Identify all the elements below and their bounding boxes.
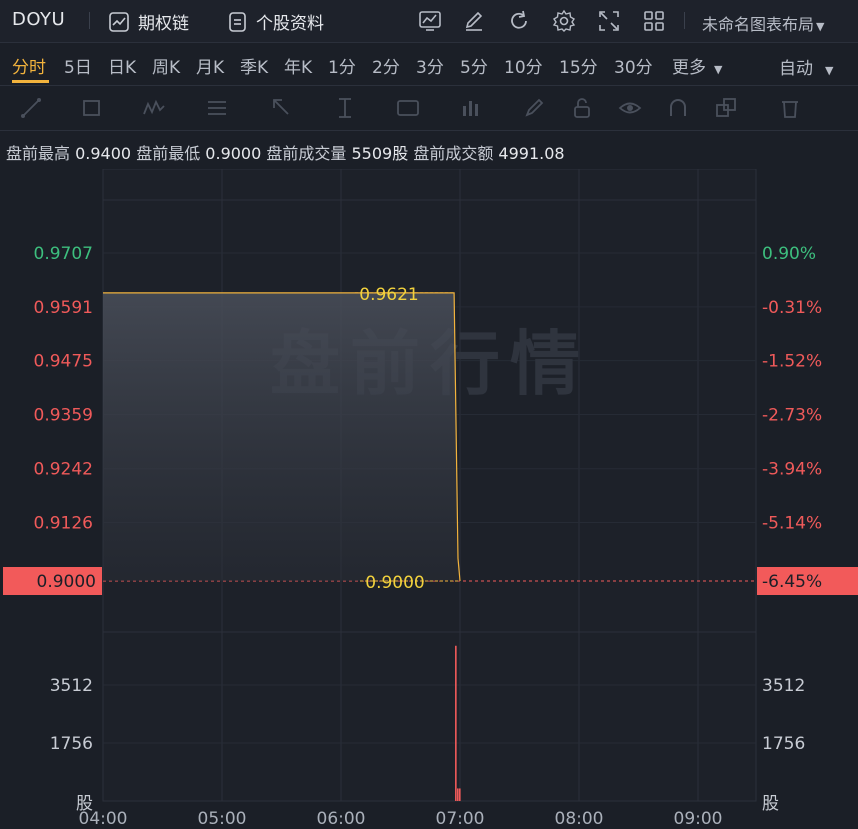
drawing-toolbar	[0, 86, 858, 131]
volume-bar	[459, 788, 461, 801]
x-tick-label: 05:00	[198, 809, 247, 829]
high-label: 盘前最高	[6, 144, 71, 163]
arrow-tool-icon[interactable]	[270, 96, 294, 120]
caret-down-icon: ▼	[816, 20, 825, 33]
stock-profile-button[interactable]: 个股资料	[228, 9, 324, 34]
volume-tick-label-right: 1756	[762, 734, 805, 754]
premarket-stats: 盘前最高 0.9400 盘前最低 0.9000 盘前成交量 5509股 盘前成交…	[6, 140, 565, 164]
pattern-tool-icon[interactable]	[142, 96, 166, 120]
period-intraday[interactable]: 分时	[12, 53, 46, 78]
active-period-underline	[12, 80, 49, 83]
scale-mode-label: 自动	[779, 59, 813, 79]
period-5day[interactable]: 5日	[64, 53, 92, 78]
layout-selector[interactable]: 未命名图表布局 ▼	[702, 11, 824, 35]
volume-bar	[455, 645, 457, 801]
document-icon	[229, 11, 246, 32]
period-2min[interactable]: 2分	[372, 53, 400, 78]
price-area	[103, 292, 460, 581]
low-price-label: 0.9000	[365, 573, 424, 593]
scale-mode-selector[interactable]: 自动 ▼	[779, 54, 833, 79]
volume-tick-label-right: 股	[762, 794, 779, 814]
volume-tick-label-right: 3512	[762, 676, 805, 696]
period-10min[interactable]: 10分	[504, 53, 543, 78]
price-tick-label: 0.9126	[34, 514, 93, 534]
grid-layout-icon[interactable]	[642, 9, 666, 33]
period-daily[interactable]: 日K	[108, 53, 136, 78]
amount-value: 4991.08	[498, 144, 565, 163]
period-quarterly[interactable]: 季K	[240, 53, 268, 78]
pct-tick-label: -3.94%	[762, 460, 822, 480]
pct-tick-label: -1.52%	[762, 352, 822, 372]
volume-value: 5509股	[351, 144, 409, 163]
high-price-label: 0.9621	[359, 285, 418, 305]
period-1min[interactable]: 1分	[328, 53, 356, 78]
current-pct-value: -6.45%	[762, 572, 822, 592]
period-15min[interactable]: 15分	[559, 53, 598, 78]
chart-icon[interactable]	[418, 9, 442, 33]
period-30min[interactable]: 30分	[614, 53, 653, 78]
period-more-label: 更多	[672, 58, 706, 78]
x-tick-label: 09:00	[674, 809, 723, 829]
price-tick-label: 0.9242	[34, 460, 93, 480]
magnet-icon[interactable]	[666, 96, 690, 120]
volume-tick-label-left: 1756	[50, 734, 93, 754]
pct-tick-label: -5.14%	[762, 514, 822, 534]
caret-down-icon: ▼	[825, 64, 834, 77]
current-price-value: 0.9000	[37, 572, 96, 592]
caret-down-icon: ▼	[714, 63, 723, 76]
layers-icon[interactable]	[714, 96, 738, 120]
price-tick-label: 0.9707	[34, 244, 93, 264]
x-tick-label: 07:00	[436, 809, 485, 829]
pct-tick-label: 0.90%	[762, 244, 816, 264]
toolbar-divider	[684, 12, 685, 29]
text-tool-icon[interactable]	[396, 96, 420, 120]
price-tick-label: 0.9591	[34, 298, 93, 318]
price-chart[interactable]: 盘前行情 0.96210.9000 04:0005:0006:0007:0008…	[0, 169, 858, 829]
lock-icon[interactable]	[570, 96, 594, 120]
option-chain-button[interactable]: 期权链	[108, 9, 189, 34]
toolbar-divider	[89, 12, 90, 29]
eye-icon[interactable]	[618, 96, 642, 120]
trash-icon[interactable]	[778, 96, 802, 120]
top-toolbar: DOYU 期权链 个股资料 未命名图表布局 ▼	[0, 0, 858, 43]
indicator-tool-icon[interactable]	[459, 96, 483, 120]
price-tick-label: 0.9475	[34, 352, 93, 372]
period-more[interactable]: 更多 ▼	[672, 53, 722, 78]
symbol-ticker[interactable]: DOYU	[12, 9, 65, 30]
volume-tick-label-left: 3512	[50, 676, 93, 696]
settings-icon[interactable]	[552, 9, 576, 33]
measure-tool-icon[interactable]	[333, 96, 357, 120]
premarket-info-bar: 盘前最高 0.9400 盘前最低 0.9000 盘前成交量 5509股 盘前成交…	[0, 131, 858, 169]
fib-tool-icon[interactable]	[205, 96, 229, 120]
period-bar: 分时 5日 日K 周K 月K 季K 年K 1分 2分 3分 5分 10分 15分…	[0, 43, 858, 86]
amount-label: 盘前成交额	[413, 144, 494, 163]
period-yearly[interactable]: 年K	[284, 53, 312, 78]
option-chain-label: 期权链	[138, 14, 189, 34]
x-tick-label: 06:00	[317, 809, 366, 829]
volume-tick-label-left: 股	[76, 794, 93, 814]
price-tick-label: 0.9359	[34, 405, 93, 425]
period-5min[interactable]: 5分	[460, 53, 488, 78]
layout-name: 未命名图表布局	[702, 15, 815, 34]
low-label: 盘前最低	[136, 144, 201, 163]
period-3min[interactable]: 3分	[416, 53, 444, 78]
rectangle-tool-icon[interactable]	[80, 96, 104, 120]
low-value: 0.9000	[205, 144, 262, 163]
volume-label: 盘前成交量	[266, 144, 347, 163]
high-value: 0.9400	[75, 144, 132, 163]
period-weekly[interactable]: 周K	[152, 53, 180, 78]
refresh-icon[interactable]	[507, 9, 531, 33]
period-monthly[interactable]: 月K	[196, 53, 224, 78]
line-tool-icon[interactable]	[20, 96, 44, 120]
pct-tick-label: -0.31%	[762, 298, 822, 318]
option-chain-icon	[109, 11, 129, 32]
fullscreen-icon[interactable]	[597, 9, 621, 33]
volume-bar	[457, 788, 459, 801]
x-tick-label: 08:00	[555, 809, 604, 829]
pencil-icon[interactable]	[462, 9, 486, 33]
pct-tick-label: -2.73%	[762, 405, 822, 425]
brush-icon[interactable]	[522, 96, 546, 120]
stock-profile-label: 个股资料	[256, 14, 324, 34]
